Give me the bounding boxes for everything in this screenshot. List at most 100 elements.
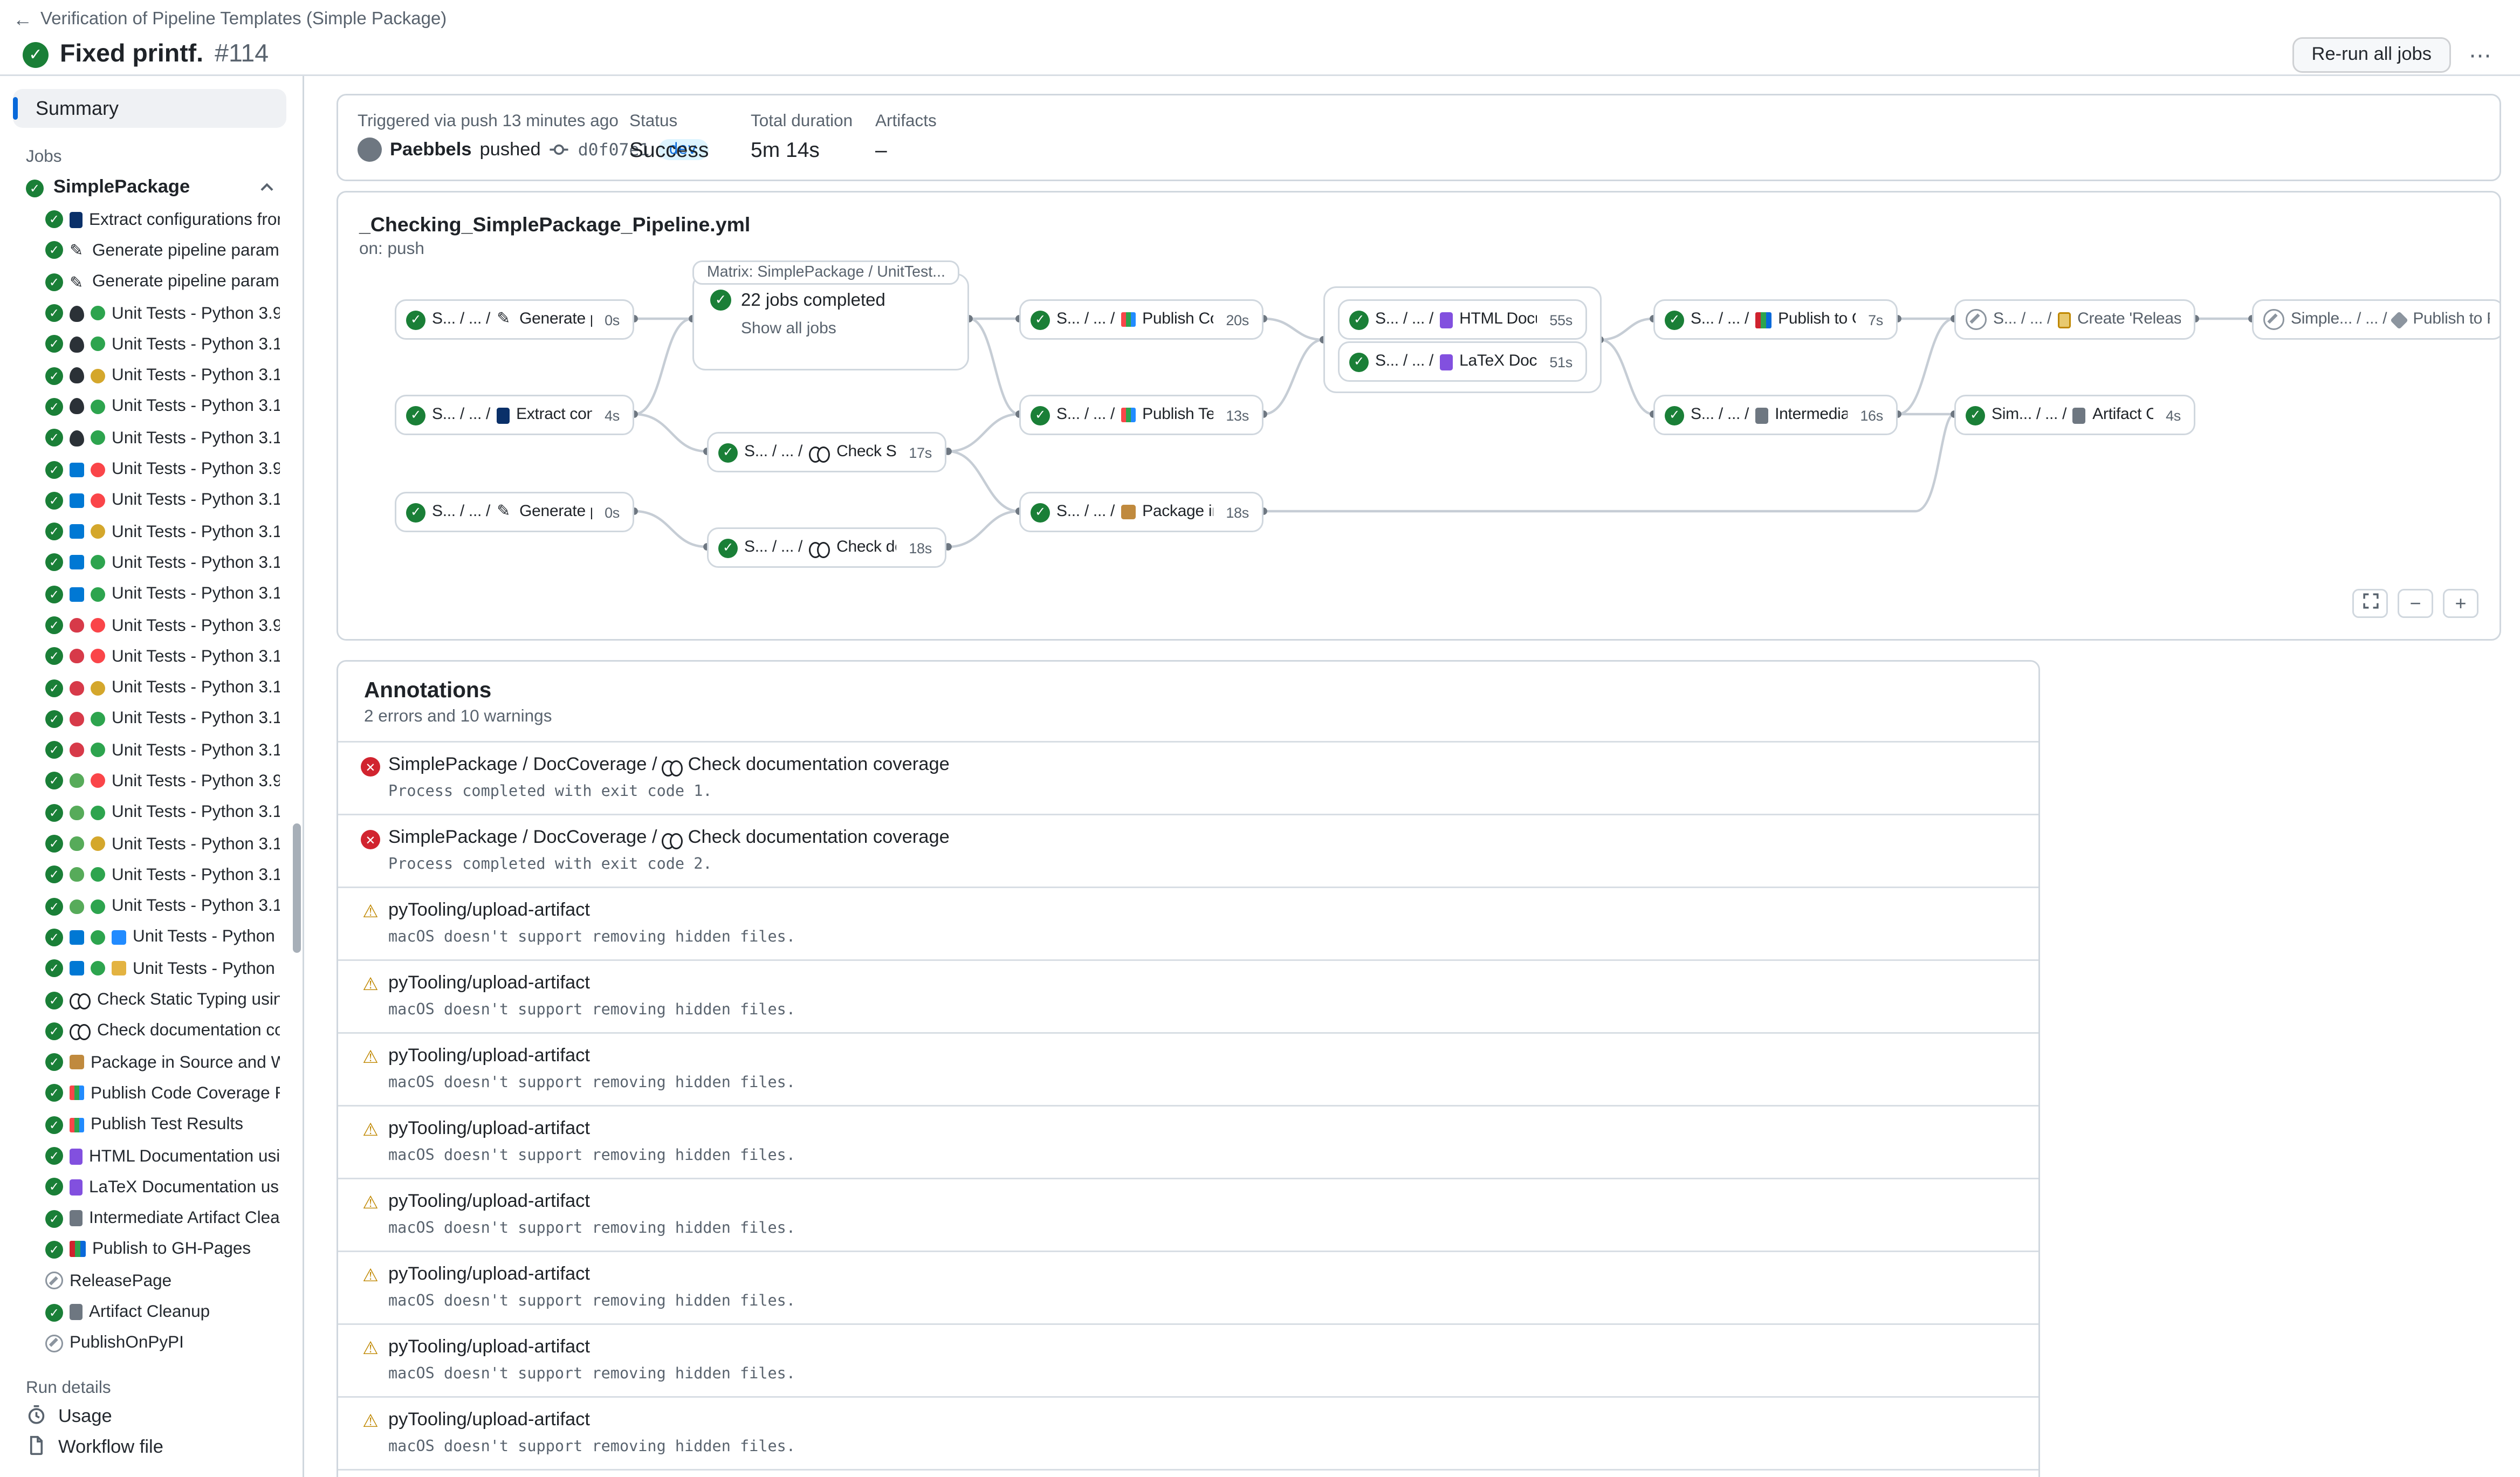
sidebar-job-item[interactable]: Publish to GH-Pages [13,1234,286,1265]
sidebar-group-simplepackage[interactable]: SimplePackage [13,171,286,204]
graph-node-generate-params-2[interactable]: S... / ... /Generate pipelin...0s [395,492,634,532]
sidebar-job-item[interactable]: Unit Tests - Python 3.11 [13,516,286,547]
sidebar-job-item[interactable]: Artifact Cleanup [13,1296,286,1328]
sidebar-job-item[interactable]: Unit Tests - Python 3.11 [13,672,286,703]
kebab-menu-button[interactable] [2462,42,2498,69]
annotation-row: pyTooling/upload-artifactmacOS doesn't s… [338,1469,2038,1477]
windows-icon [70,587,84,601]
sidebar-job-item[interactable]: Unit Tests - Python 3.9 [13,298,286,329]
success-icon [45,429,63,447]
sidebar-job-item[interactable]: Unit Tests - Python 3.12 [13,953,286,984]
sidebar-job-item[interactable]: Unit Tests - Python 3.9 [13,766,286,797]
sidebar-job-item[interactable]: Unit Tests - Python 3.11 [13,360,286,391]
annotation-row: pyTooling/upload-artifactmacOS doesn't s… [338,1396,2038,1469]
sidebar-scrollbar-thumb[interactable] [293,823,301,953]
trash-icon [2073,407,2086,423]
sidebar-job-item[interactable]: Extract configurations from p... [13,204,286,235]
graph-node-publish-code-coverage[interactable]: S... / ... /Publish Code C...20s [1019,299,1264,340]
success-icon [406,406,425,425]
sidebar-job-item[interactable]: LaTeX Documentation using ... [13,1172,286,1203]
node-duration: 17s [902,444,932,461]
fullscreen-button[interactable] [2352,589,2388,618]
sidebar-job-item[interactable]: Unit Tests - Python 3.9 [13,454,286,485]
sidebar-job-item[interactable]: PublishOnPyPI [13,1328,286,1359]
node-label: Publish to PyPI [2413,311,2490,328]
job-label: Intermediate Artifact Cleanup [89,1208,280,1228]
group-name: SimplePackage [53,178,190,197]
run-details-item-usage[interactable]: Usage [13,1403,286,1433]
back-arrow-icon[interactable] [13,8,32,31]
sidebar-job-item[interactable]: Unit Tests - Python 3.10 [13,329,286,360]
graph-node-package-source-wheel[interactable]: S... / ... /Package in Sou...18s [1019,492,1264,532]
sidebar-job-item[interactable]: Unit Tests - Python 3.13 [13,891,286,922]
graph-node-artifact-cleanup[interactable]: Sim... / ... /Artifact Cleanup4s [1954,395,2195,435]
sidebar-job-item[interactable]: ReleasePage [13,1265,286,1296]
graph-node-publish-test-results[interactable]: S... / ... /Publish Test Re...13s [1019,395,1264,435]
graph-node-latex-documentation[interactable]: S... / ... /LaTeX Docume...51s [1338,341,1587,382]
graph-node-release-page[interactable]: S... / ... /Create 'Release Pa... [1954,299,2195,340]
annotations-title: Annotations [364,678,2013,702]
breadcrumb-label[interactable]: Verification of Pipeline Templates (Simp… [40,10,447,29]
node-duration: 13s [1219,407,1249,423]
graph-node-generate-params-1[interactable]: S... / ... /Generate pipelin...0s [395,299,634,340]
rerun-all-jobs-button[interactable]: Re-run all jobs [2292,37,2451,73]
sidebar-job-item[interactable]: Unit Tests - Python 3.10 [13,797,286,828]
sidebar-job-item[interactable]: Intermediate Artifact Cleanup [13,1203,286,1234]
zoom-in-button[interactable]: + [2443,589,2478,618]
sidebar-job-item[interactable]: Unit Tests - Python 3.13 [13,734,286,766]
annotation-body: pyTooling/upload-artifactmacOS doesn't s… [388,1263,2013,1310]
zoom-out-button[interactable]: − [2398,589,2433,618]
sidebar-job-item[interactable]: Unit Tests - Python 3.12 [13,922,286,953]
sidebar-job-item[interactable]: Generate pipeline parameters [13,235,286,266]
sidebar-job-item[interactable]: Check Static Typing using Pyt... [13,984,286,1015]
job-label: HTML Documentation using ... [89,1146,280,1166]
status-label: Status [629,112,709,131]
sidebar-job-item[interactable]: Unit Tests - Python 3.12 [13,547,286,579]
job-label: Unit Tests - Python 3.9 [112,304,280,323]
graph-node-publish-on-pypi[interactable]: Simple... / ... /Publish to PyPI [2252,299,2501,340]
job-label: Generate pipeline parameters [92,272,280,292]
sidebar-job-item[interactable]: Publish Code Coverage Results [13,1078,286,1109]
graph-node-html-documentation[interactable]: S... / ... /HTML Docume...55s [1338,299,1587,340]
sidebar-job-item[interactable]: Unit Tests - Python 3.12 [13,703,286,734]
node-prefix: S... / ... / [432,503,490,521]
avatar[interactable] [358,138,382,162]
sidebar-job-item[interactable]: Package in Source and Wheel... [13,1047,286,1078]
sidebar-job-item[interactable]: HTML Documentation using ... [13,1141,286,1172]
graph-node-check-static-typing[interactable]: S... / ... /Check Static Ty...17s [707,432,946,472]
sidebar-job-item[interactable]: Unit Tests - Python 3.13 [13,422,286,454]
sidebar-job-item[interactable]: Generate pipeline parameters [13,266,286,298]
node-prefix: S... / ... / [1691,406,1749,424]
graph-node-check-doc-coverage[interactable]: S... / ... /Check docume...18s [707,527,946,568]
job-label: Unit Tests - Python 3.13 [112,897,280,916]
graph-node-extract-configurations[interactable]: S... / ... /Extract configur...4s [395,395,634,435]
sidebar-job-item[interactable]: Unit Tests - Python 3.10 [13,485,286,516]
run-number: #114 [215,40,269,70]
sidebar-item-summary[interactable]: Summary [13,89,286,128]
sidebar-job-item[interactable]: Unit Tests - Python 3.12 [13,860,286,891]
success-icon [45,304,63,322]
node-prefix: S... / ... / [1375,353,1433,370]
node-duration: 4s [2159,407,2181,423]
success-icon [45,335,63,353]
node-label: Package in Sou... [1142,503,1213,521]
graph-node-publish-gh-pages[interactable]: S... / ... /Publish to GH-P...7s [1653,299,1898,340]
sidebar-job-item[interactable]: Unit Tests - Python 3.12 [13,391,286,422]
sidebar-job-item[interactable]: Publish Test Results [13,1109,286,1141]
run-title: Fixed printf. [60,40,203,70]
annotation-body: pyTooling/upload-artifactmacOS doesn't s… [388,1336,2013,1383]
sidebar-job-item[interactable]: Unit Tests - Python 3.13 [13,579,286,610]
breadcrumb: Verification of Pipeline Templates (Simp… [13,8,2498,31]
dot-green-icon [91,961,105,976]
sidebar-job-item[interactable]: Unit Tests - Python 3.9 [13,610,286,641]
job-label: Publish Code Coverage Results [91,1084,280,1103]
annotation-body: pyTooling/upload-artifactmacOS doesn't s… [388,1409,2013,1456]
sidebar-job-item[interactable]: Check documentation covera... [13,1015,286,1047]
show-all-jobs-link[interactable]: Show all jobs [741,320,951,338]
graph-node-intermediate-artifact-cleanup[interactable]: S... / ... /Intermediate A...16s [1653,395,1898,435]
sidebar-job-item[interactable]: Unit Tests - Python 3.11 [13,828,286,860]
node-duration: 7s [1862,312,1883,328]
sidebar-job-item[interactable]: Unit Tests - Python 3.10 [13,641,286,672]
run-details-item-workflow-file[interactable]: Workflow file [13,1433,286,1464]
actor-name[interactable]: Paebbels [390,140,472,160]
